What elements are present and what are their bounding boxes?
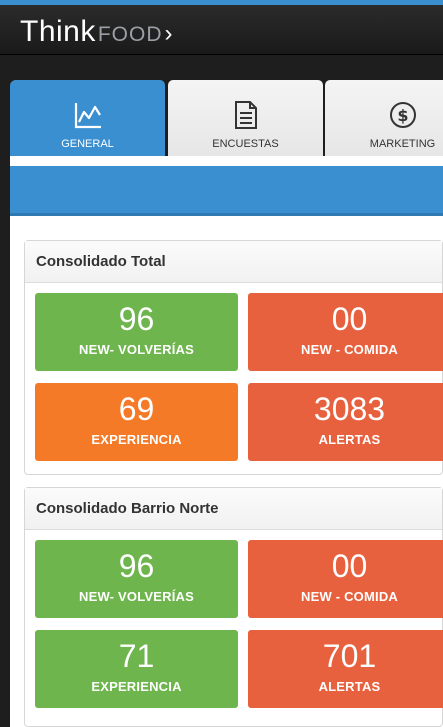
stat-label: ALERTAS <box>318 679 381 694</box>
card-title: Consolidado Barrio Norte <box>25 488 442 530</box>
stat-tile-comida[interactable]: 00 NEW - COMIDA <box>248 540 443 618</box>
stat-label: EXPERIENCIA <box>91 679 182 694</box>
stat-tile-experiencia[interactable]: 71 EXPERIENCIA <box>35 630 238 708</box>
logo-chevron: › <box>164 20 173 47</box>
tab-general-label: GENERAL <box>61 138 114 150</box>
stat-value: 96 <box>118 548 155 584</box>
stat-label: NEW- VOLVERÍAS <box>79 342 194 357</box>
stat-tile-alertas[interactable]: 3083 ALERTAS <box>248 383 443 461</box>
stat-value: 71 <box>118 638 155 674</box>
svg-text:$: $ <box>397 106 408 125</box>
tab-general[interactable]: GENERAL <box>10 80 165 156</box>
stat-value: 3083 <box>313 391 386 427</box>
dollar-icon: $ <box>325 100 443 130</box>
app-header: Think FOOD › <box>0 5 443 55</box>
stat-tile-alertas[interactable]: 701 ALERTAS <box>248 630 443 708</box>
stat-tile-experiencia[interactable]: 69 EXPERIENCIA <box>35 383 238 461</box>
stat-label: NEW- VOLVERÍAS <box>79 589 194 604</box>
stat-tile-volverias[interactable]: 96 NEW- VOLVERÍAS <box>35 293 238 371</box>
tab-encuestas-label: ENCUESTAS <box>212 138 279 150</box>
stat-value: 00 <box>331 548 368 584</box>
stat-value: 701 <box>322 638 377 674</box>
stat-value: 00 <box>331 301 368 337</box>
card-consolidado-total: Consolidado Total 96 NEW- VOLVERÍAS 00 N… <box>24 240 443 475</box>
stat-label: NEW - COMIDA <box>301 589 398 604</box>
stat-tile-comida[interactable]: 00 NEW - COMIDA <box>248 293 443 371</box>
stat-value: 69 <box>118 391 155 427</box>
logo-think: Think <box>20 15 96 48</box>
dashboard-panel: GENERAL ENCUESTAS $ MARKETING Consolidad… <box>10 80 443 727</box>
logo-food: FOOD <box>97 23 163 46</box>
document-icon <box>168 100 323 130</box>
tab-marketing[interactable]: $ MARKETING <box>325 80 443 156</box>
stat-label: NEW - COMIDA <box>301 342 398 357</box>
tab-marketing-label: MARKETING <box>369 138 436 150</box>
stat-value: 96 <box>118 301 155 337</box>
stat-label: EXPERIENCIA <box>91 432 182 447</box>
tab-encuestas[interactable]: ENCUESTAS <box>168 80 323 156</box>
line-chart-icon <box>10 100 165 130</box>
card-consolidado-barrio-norte: Consolidado Barrio Norte 96 NEW- VOLVERÍ… <box>24 487 443 727</box>
stat-label: ALERTAS <box>318 432 381 447</box>
stat-tile-volverias[interactable]: 96 NEW- VOLVERÍAS <box>35 540 238 618</box>
tab-bar: GENERAL ENCUESTAS $ MARKETING <box>10 80 443 156</box>
section-header-bar <box>10 166 443 216</box>
card-title: Consolidado Total <box>25 241 442 283</box>
app-logo[interactable]: Think FOOD › <box>20 15 173 51</box>
